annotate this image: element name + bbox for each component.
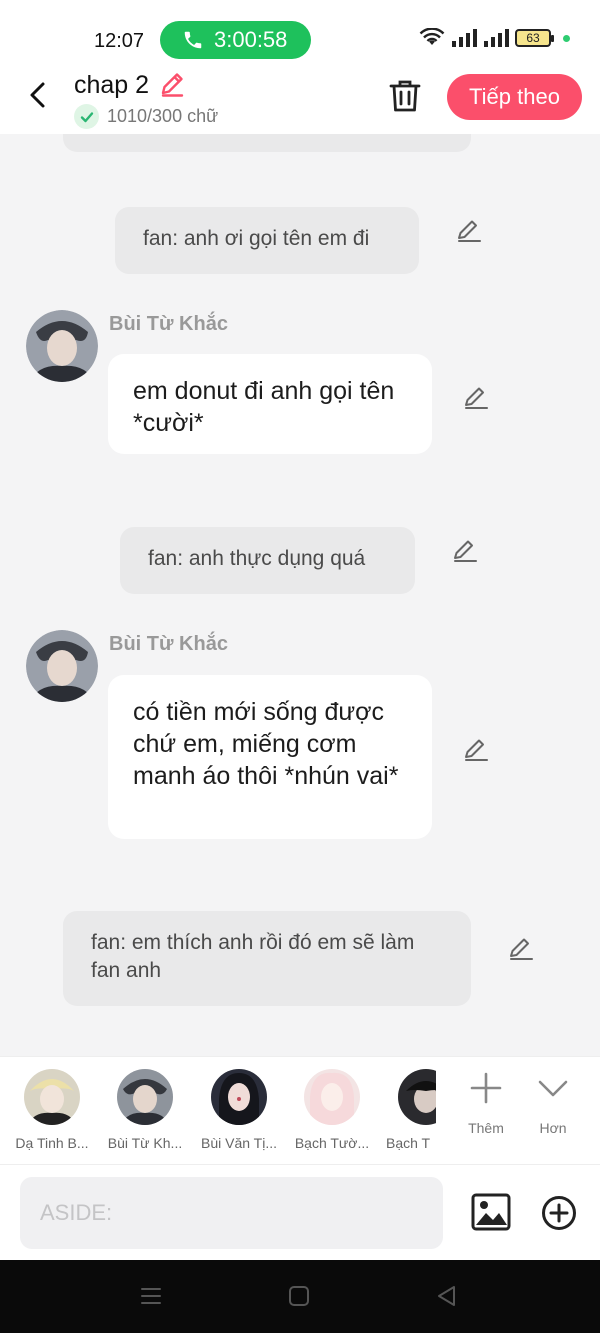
home-icon[interactable] [288,1285,310,1307]
character-avatar [304,1069,360,1125]
character-name: Bạch T [386,1135,431,1151]
aside-input[interactable] [20,1177,443,1249]
chat-area[interactable]: fan: anh ơi gọi tên em đi Bùi Từ Khắc em… [0,134,600,1056]
edit-message-icon[interactable] [463,736,489,762]
character-message-bubble[interactable]: em donut đi anh gọi tên *cười* [108,354,432,454]
edit-message-icon[interactable] [452,537,478,563]
character-avatar [24,1069,80,1125]
character-item[interactable]: Bùi Từ Kh... [100,1069,190,1151]
character-message-bubble[interactable]: có tiền mới sống được chứ em, miếng cơm … [108,675,432,839]
avatar[interactable] [26,310,98,382]
character-item[interactable]: Bạch Tườ... [287,1069,377,1151]
character-avatar [211,1069,267,1125]
speaker-name: Bùi Từ Khắc [109,313,228,335]
character-avatar [117,1069,173,1125]
chevron-down-icon [538,1080,568,1097]
next-button[interactable]: Tiếp theo [447,74,582,120]
speaker-name: Bùi Từ Khắc [109,633,228,655]
wifi-icon [419,28,445,45]
character-item[interactable]: Bạch T [380,1069,436,1151]
character-name: Dạ Tinh B... [15,1135,89,1151]
character-selector: Dạ Tinh B... Bùi Từ Kh... Bùi Văn Tị... … [0,1056,600,1164]
add-circle-icon[interactable] [541,1195,577,1231]
plus-icon [470,1072,502,1104]
check-icon [74,104,99,129]
signal-icon-2 [484,29,509,47]
battery-icon: 63 [515,29,554,47]
clock: 12:07 [94,30,145,52]
chapter-header: chap 2 1010/300 chữ Tiếp theo [0,62,600,134]
avatar[interactable] [26,630,98,702]
edit-message-icon[interactable] [456,217,482,243]
system-navigation-bar [0,1260,600,1333]
character-avatar [398,1069,436,1125]
call-duration: 3:00:58 [214,27,288,52]
character-name: Bùi Văn Tị... [200,1135,277,1151]
word-count: 1010/300 chữ [107,106,219,126]
more-label: Hơn [539,1120,567,1136]
more-button[interactable]: Hơn [523,1071,583,1136]
phone-icon [184,31,202,49]
character-name: Bạch Tườ... [294,1135,370,1151]
character-item[interactable]: Bùi Văn Tị... [194,1069,284,1151]
character-item[interactable]: Dạ Tinh B... [7,1069,97,1151]
edit-title-icon[interactable] [158,70,186,98]
chapter-title: chap 2 [74,71,150,99]
word-count-row: 1010/300 chữ [74,104,218,129]
edit-message-icon[interactable] [508,935,534,961]
narration-bubble[interactable]: fan: anh ơi gọi tên em đi [115,207,419,274]
add-character-button[interactable]: Thêm [456,1071,516,1136]
character-name: Bùi Từ Kh... [107,1135,183,1151]
back-icon[interactable] [436,1285,458,1307]
delete-trash-icon[interactable] [388,78,422,114]
input-bar [0,1164,600,1260]
ongoing-call-pill[interactable]: 3:00:58 [160,21,311,59]
privacy-indicator [563,34,570,42]
signal-icon [452,29,477,47]
narration-bubble[interactable]: fan: anh thực dụng quá [120,527,415,594]
previous-message-partial [63,134,471,152]
narration-bubble[interactable]: fan: em thích anh rồi đó em sẽ làm fan a… [63,911,471,1006]
system-icons: 63 [419,28,570,48]
image-icon[interactable] [471,1193,511,1231]
recent-apps-icon[interactable] [140,1285,162,1307]
edit-message-icon[interactable] [463,384,489,410]
add-label: Thêm [468,1120,504,1136]
back-arrow-icon[interactable] [24,80,54,110]
